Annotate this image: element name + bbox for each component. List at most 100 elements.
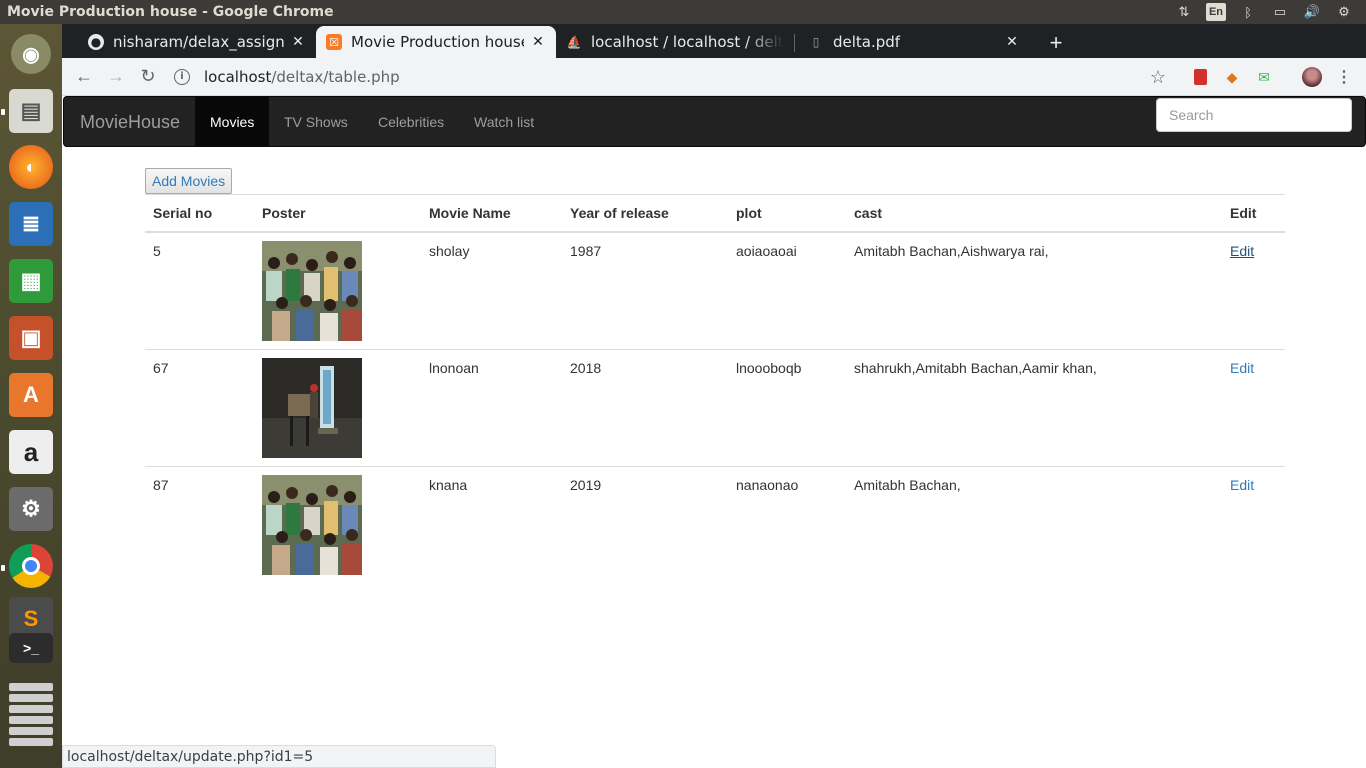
- web-page: MovieHouse Movies TV Shows Celebrities W…: [62, 96, 1366, 768]
- window-title: Movie Production house - Google Chrome: [7, 4, 334, 20]
- site-brand[interactable]: MovieHouse: [80, 112, 180, 133]
- settings-gear-icon[interactable]: ⚙: [1328, 4, 1360, 20]
- movie-name-cell: lnonoan: [421, 348, 562, 466]
- github-icon: ●: [88, 34, 104, 50]
- edit-link[interactable]: Edit: [1230, 243, 1254, 259]
- nav-tv-shows[interactable]: TV Shows: [269, 97, 363, 146]
- col-poster: Poster: [254, 194, 421, 233]
- col-serial-no: Serial no: [145, 194, 254, 233]
- reload-icon[interactable]: ↻: [132, 66, 164, 87]
- site-navbar: MovieHouse Movies TV Shows Celebrities W…: [63, 96, 1366, 147]
- plot-cell: nanaonao: [728, 465, 846, 583]
- col-edit: Edit: [1222, 194, 1285, 233]
- tab-label: delta.pdf: [833, 33, 901, 51]
- file-icon: ▯: [812, 35, 820, 49]
- amazon-icon[interactable]: a: [6, 427, 56, 477]
- battery-icon[interactable]: ▭: [1264, 4, 1296, 20]
- edit-cell: Edit: [1222, 348, 1285, 466]
- poster-image-crowd: [262, 240, 362, 341]
- workspace-stack-icon[interactable]: [6, 664, 56, 764]
- poster-image-dark-room: [262, 357, 362, 458]
- poster-image-crowd: [262, 474, 362, 575]
- tab-label: Movie Production house: [351, 33, 524, 51]
- col-cast: cast: [846, 194, 1222, 233]
- url-host: localhost: [204, 68, 272, 86]
- cast-cell: Amitabh Bachan,: [846, 465, 1222, 583]
- movies-table: Serial no Poster Movie Name Year of rele…: [145, 194, 1285, 583]
- close-icon[interactable]: ✕: [530, 34, 546, 50]
- edit-cell: Edit: [1222, 231, 1285, 349]
- close-icon[interactable]: ✕: [290, 34, 306, 50]
- tab-github[interactable]: ● nisharam/delax_assignme ✕: [78, 26, 316, 58]
- table-header-row: Serial no Poster Movie Name Year of rele…: [145, 194, 1285, 233]
- edit-cell: Edit: [1222, 465, 1285, 583]
- tab-label: localhost / localhost / delt: [591, 33, 784, 51]
- ubuntu-dash-icon[interactable]: ◉: [6, 29, 56, 79]
- address-bar[interactable]: i localhost/deltax/table.php: [174, 62, 1174, 92]
- system-tray: ⇅ En ᛒ ▭ 🔊 ⚙: [1168, 3, 1366, 21]
- terminal-icon[interactable]: >_: [6, 630, 56, 666]
- serial-cell: 67: [145, 348, 254, 466]
- menu-kebab-icon[interactable]: ⋮: [1334, 67, 1354, 87]
- plot-cell: lnoooboqb: [728, 348, 846, 466]
- tab-label: nisharam/delax_assignme: [113, 33, 284, 51]
- url-path: /deltax/table.php: [271, 68, 400, 86]
- info-icon[interactable]: i: [174, 69, 190, 85]
- movie-name-cell: sholay: [421, 231, 562, 349]
- libreoffice-writer-icon[interactable]: ≣: [6, 199, 56, 249]
- keyboard-layout-indicator[interactable]: En: [1206, 3, 1226, 21]
- bluetooth-icon[interactable]: ᛒ: [1232, 5, 1264, 20]
- new-tab-button[interactable]: +: [1044, 30, 1068, 56]
- link-status-bubble: localhost/deltax/update.php?id1=5: [62, 745, 496, 768]
- pdf-extension-icon[interactable]: [1190, 67, 1210, 87]
- volume-icon[interactable]: 🔊: [1296, 4, 1328, 20]
- year-cell: 1987: [562, 231, 728, 349]
- xampp-icon: ☒: [326, 34, 342, 50]
- phpmyadmin-icon: ⛵: [566, 35, 582, 49]
- edit-link[interactable]: Edit: [1230, 477, 1254, 493]
- table-row: 5 sholay 1987 aoiaoaoai Amitabh Bachan,A…: [145, 231, 1285, 349]
- close-icon[interactable]: ✕: [1004, 34, 1020, 50]
- browser-toolbar: ← → ↻ i localhost/deltax/table.php ☆ ◆ ✉…: [62, 58, 1366, 96]
- back-arrow-icon[interactable]: ←: [68, 66, 100, 87]
- nav-movies[interactable]: Movies: [195, 97, 270, 146]
- chrome-icon[interactable]: [6, 541, 56, 591]
- system-settings-icon[interactable]: ⚙: [6, 484, 56, 534]
- edit-link[interactable]: Edit: [1230, 360, 1254, 376]
- plot-cell: aoiaoaoai: [728, 231, 846, 349]
- firefox-icon[interactable]: ◐: [6, 142, 56, 192]
- movie-name-cell: knana: [421, 465, 562, 583]
- network-transfer-icon[interactable]: ⇅: [1168, 4, 1200, 20]
- year-cell: 2018: [562, 348, 728, 466]
- libreoffice-impress-icon[interactable]: ▣: [6, 313, 56, 363]
- col-plot: plot: [728, 194, 846, 233]
- serial-cell: 5: [145, 231, 254, 349]
- col-year: Year of release: [562, 194, 728, 233]
- tab-movie-production-house[interactable]: ☒ Movie Production house ✕: [316, 26, 556, 58]
- tab-phpmyadmin[interactable]: ⛵ localhost / localhost / delt: [556, 26, 794, 58]
- ubuntu-launcher: ◉ ▤ ◐ ≣ ▦ ▣ A a ⚙ S >_: [0, 24, 62, 768]
- forward-arrow-icon[interactable]: →: [100, 66, 132, 87]
- mailtrack-extension-icon[interactable]: ✉: [1254, 67, 1274, 87]
- system-top-bar: Movie Production house - Google Chrome ⇅…: [0, 0, 1366, 24]
- libreoffice-calc-icon[interactable]: ▦: [6, 256, 56, 306]
- nav-watch-list[interactable]: Watch list: [459, 97, 549, 146]
- col-movie-name: Movie Name: [421, 194, 562, 233]
- add-movies-button[interactable]: Add Movies: [145, 168, 233, 194]
- tab-delta-pdf[interactable]: ▯ delta.pdf ✕: [798, 26, 1030, 58]
- profile-avatar[interactable]: [1302, 67, 1322, 87]
- table-row: 67 lnonoan 2018 lnoooboqb shahrukh,Amita…: [145, 348, 1285, 466]
- year-cell: 2019: [562, 465, 728, 583]
- nav-celebrities[interactable]: Celebrities: [363, 97, 459, 146]
- poster-cell: [254, 465, 421, 583]
- ubuntu-software-icon[interactable]: A: [6, 370, 56, 420]
- search-input[interactable]: [1156, 98, 1352, 132]
- browser-tab-strip: ● nisharam/delax_assignme ✕ ☒ Movie Prod…: [62, 24, 1366, 58]
- table-row: 87 knana 2019 nanaonao Amitabh Bachan, E…: [145, 465, 1285, 583]
- bookmark-star-icon[interactable]: ☆: [1148, 67, 1168, 87]
- serial-cell: 87: [145, 465, 254, 583]
- files-icon[interactable]: ▤: [6, 86, 56, 136]
- poster-cell: [254, 348, 421, 466]
- cast-cell: Amitabh Bachan,Aishwarya rai,: [846, 231, 1222, 349]
- metamask-extension-icon[interactable]: ◆: [1222, 67, 1242, 87]
